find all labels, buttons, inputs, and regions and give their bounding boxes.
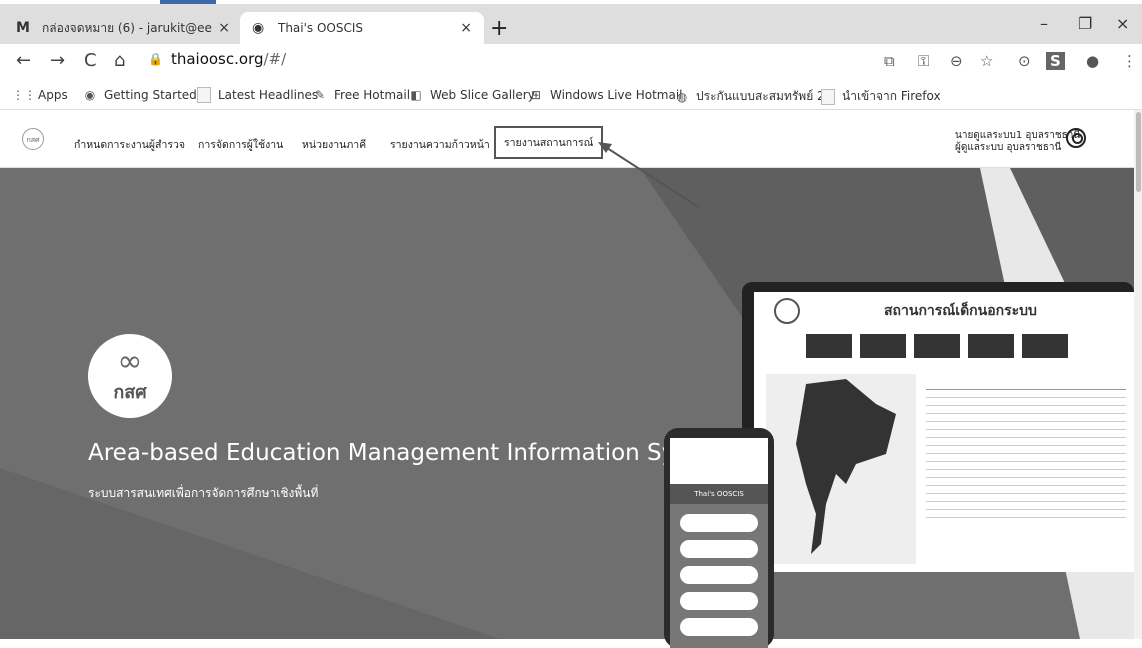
windows-icon: ⊞ [530, 88, 542, 102]
bookmark-label: Apps [38, 88, 68, 102]
cast-icon[interactable]: ⧉ [884, 52, 895, 70]
tab-label: กล่องจดหมาย (6) - jarukit@eef.or.th - [42, 20, 212, 35]
bookmark-latest-headlines[interactable]: Latest Headlines [196, 87, 318, 103]
close-icon[interactable]: × [218, 20, 230, 36]
infinity-icon: ∞ [117, 343, 143, 379]
extension-icon[interactable]: S [1046, 52, 1065, 70]
profile-icon[interactable]: ● [1086, 52, 1099, 70]
nav-partner-agencies[interactable]: หน่วยงานภาคี [302, 136, 366, 153]
forward-button[interactable]: → [50, 50, 65, 71]
home-button[interactable]: ⌂ [114, 50, 125, 71]
apps-icon: ⋮⋮ [12, 88, 36, 102]
data-table-thumbnail [926, 378, 1126, 568]
bookmark-web-slice-gallery[interactable]: ◧ Web Slice Gallery [408, 87, 535, 103]
laptop-mockup: สถานการณ์เด็กนอกระบบ [742, 282, 1134, 572]
map-thumbnail [766, 374, 916, 564]
tab-label: Thai's OOSCIS [278, 21, 364, 35]
lock-icon: 🔒 [148, 52, 163, 66]
mock-menu-button [680, 592, 758, 610]
minimize-button[interactable]: – [1040, 14, 1048, 33]
mock-menu-button [680, 618, 758, 636]
hero-logo-text: กสศ [113, 381, 147, 403]
mock-menu-button [680, 566, 758, 584]
close-window-button[interactable]: × [1116, 14, 1129, 33]
nav-situation-report[interactable]: รายงานสถานการณ์ [494, 126, 604, 159]
user-name: นายดูแลระบบ1 อุบลราชธานี [955, 130, 1081, 141]
bookmark-label: Free Hotmail [334, 88, 411, 102]
nav-survey-schedule[interactable]: กำหนดการะงานผู้สำรวจ [74, 136, 185, 153]
bookmark-getting-started[interactable]: ◉ Getting Started [82, 87, 197, 103]
hero-subtitle: ระบบสารสนเทศเพื่อการจัดการศึกษาเชิงพื้นท… [88, 486, 319, 500]
star-icon[interactable]: ☆ [980, 52, 993, 70]
user-info: นายดูแลระบบ1 อุบลราชธานี ผู้ดูแลระบบ อุบ… [955, 130, 1080, 154]
user-role: ผู้ดูแลระบบ อุบลราชธานี [955, 142, 1062, 153]
bookmark-import-firefox[interactable]: นำเข้าจาก Firefox [820, 87, 941, 106]
tab-thais-ooscis[interactable]: ◉ Thai's OOSCIS × [240, 12, 484, 44]
nav-progress-report[interactable]: รายงานความก้าวหน้า [390, 136, 490, 153]
back-button[interactable]: ← [16, 50, 31, 71]
bookmark-label: Web Slice Gallery [430, 88, 535, 102]
firefox-icon: ◉ [84, 88, 96, 102]
reload-button[interactable]: C [84, 50, 97, 71]
bookmark-label: ประกันแบบสะสมทรัพย์ 2... [696, 89, 837, 103]
restore-button[interactable]: ❐ [1078, 14, 1092, 33]
address-bar-row: ← → C ⌂ 🔒 thaioosc.org/#/ ⧉ ⚿ ⊖ ☆ ⊙ S ● … [0, 44, 1142, 80]
menu-icon[interactable]: ⋮ [1122, 52, 1137, 70]
new-tab-button[interactable]: + [490, 16, 508, 41]
mock-button [1022, 334, 1068, 358]
url-host: thaioosc.org [170, 50, 264, 68]
nav-user-management[interactable]: การจัดการผู้ใช้งาน [198, 136, 283, 153]
scrollbar-thumb[interactable] [1136, 112, 1141, 192]
page-icon [196, 87, 212, 103]
emblem-icon [774, 298, 800, 324]
laptop-screen: สถานการณ์เด็กนอกระบบ [754, 292, 1134, 572]
mock-button [806, 334, 852, 358]
close-icon[interactable]: × [460, 20, 472, 36]
laptop-screen-title: สถานการณ์เด็กนอกระบบ [884, 303, 1037, 319]
mock-menu-button [680, 514, 758, 532]
bookmark-insurance[interactable]: ◍ ประกันแบบสะสมทรัพย์ 2... [674, 87, 836, 106]
page-icon [820, 88, 836, 105]
phone-screen: Thai's OOSCIS [670, 438, 768, 648]
globe-icon: ◉ [252, 20, 265, 36]
webslice-icon: ◧ [410, 88, 422, 102]
bookmark-apps[interactable]: ⋮⋮ Apps [12, 87, 68, 103]
url-path: /#/ [263, 50, 287, 68]
hero-title: Area-based Education Management Informat… [88, 440, 733, 466]
mock-menu-button [680, 540, 758, 558]
phone-body [670, 504, 768, 648]
globe-icon: ◍ [676, 89, 688, 104]
mock-button [860, 334, 906, 358]
bookmark-free-hotmail[interactable]: ✎ Free Hotmail [312, 87, 410, 103]
bookmark-label: Windows Live Hotmail [550, 88, 683, 102]
bookmark-windows-live-hotmail[interactable]: ⊞ Windows Live Hotmail [528, 87, 683, 103]
site-logo[interactable]: กสศ [22, 128, 44, 150]
thailand-map-icon [796, 379, 896, 554]
bookmark-label: Latest Headlines [218, 88, 319, 102]
phone-mockup: Thai's OOSCIS [664, 428, 774, 648]
key-icon[interactable]: ⚿ [918, 52, 929, 70]
browser-tab-bar: M กล่องจดหมาย (6) - jarukit@eef.or.th - … [0, 4, 1142, 44]
mock-button [914, 334, 960, 358]
zoom-icon[interactable]: ⊖ [950, 52, 963, 70]
phone-screen-title: Thai's OOSCIS [670, 484, 768, 504]
bookmarks-bar: ⋮⋮ Apps ◉ Getting Started Latest Headlines… [0, 80, 1142, 110]
camera-icon[interactable]: ⊙ [1018, 52, 1031, 70]
user-account-icon[interactable] [1066, 128, 1086, 148]
hotmail-icon: ✎ [314, 88, 326, 102]
bookmark-label: Getting Started [104, 88, 197, 102]
gmail-icon: M [16, 20, 30, 36]
url-input[interactable]: 🔒 thaioosc.org/#/ [148, 50, 286, 68]
hero-logo: ∞ กสศ [88, 334, 172, 418]
site-header: กสศ กำหนดการะงานผู้สำรวจ การจัดการผู้ใช้… [0, 110, 1134, 168]
tab-gmail[interactable]: M กล่องจดหมาย (6) - jarukit@eef.or.th - … [4, 12, 242, 44]
mock-button [968, 334, 1014, 358]
phone-status-area [670, 438, 768, 482]
bookmark-label: นำเข้าจาก Firefox [842, 89, 941, 103]
